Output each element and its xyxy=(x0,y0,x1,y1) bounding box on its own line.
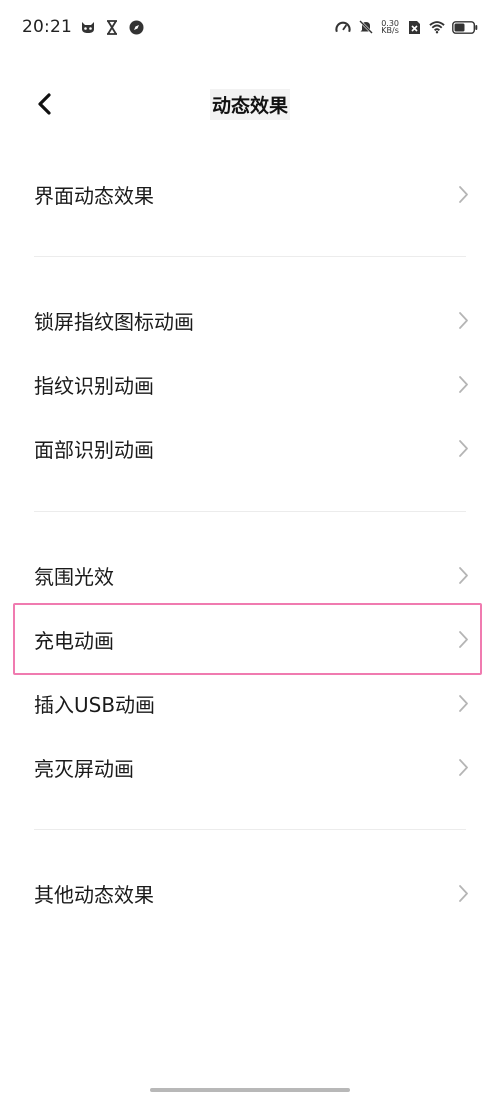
setting-screen-on-off-animation[interactable]: 亮灭屏动画 xyxy=(0,735,500,799)
group-divider xyxy=(34,829,466,830)
status-bar: 20:21 0.30 KB/s xyxy=(0,0,500,54)
chevron-right-icon xyxy=(456,883,470,903)
setting-charging-animation[interactable]: 充电动画 xyxy=(0,607,500,671)
page-header: 动态效果 xyxy=(0,74,500,134)
setting-interface-animation[interactable]: 界面动态效果 xyxy=(0,162,500,226)
chevron-right-icon xyxy=(456,184,470,204)
setting-label: 氛围光效 xyxy=(34,564,114,589)
setting-face-recognition-animation[interactable]: 面部识别动画 xyxy=(0,416,500,480)
setting-label: 其他动态效果 xyxy=(34,882,154,907)
chevron-right-icon xyxy=(456,310,470,330)
setting-usb-plug-animation[interactable]: 插入USB动画 xyxy=(0,671,500,735)
setting-label: 锁屏指纹图标动画 xyxy=(34,309,194,334)
group-divider xyxy=(34,511,466,512)
setting-label: 充电动画 xyxy=(34,628,114,653)
chevron-right-icon xyxy=(456,629,470,649)
no-sim-icon xyxy=(406,19,422,35)
wifi-icon xyxy=(429,19,445,35)
hourglass-icon xyxy=(104,19,120,35)
setting-ambient-light-effect[interactable]: 氛围光效 xyxy=(0,543,500,607)
cat-face-icon xyxy=(80,19,96,35)
status-left: 20:21 xyxy=(22,17,144,37)
status-time: 20:21 xyxy=(22,17,72,37)
chevron-left-icon xyxy=(38,93,51,115)
setting-label: 面部识别动画 xyxy=(34,437,154,462)
chevron-right-icon xyxy=(456,693,470,713)
chevron-right-icon xyxy=(456,438,470,458)
chevron-right-icon xyxy=(456,757,470,777)
setting-label: 插入USB动画 xyxy=(34,692,156,717)
chevron-right-icon xyxy=(456,565,470,585)
compass-icon xyxy=(128,19,144,35)
battery-icon xyxy=(452,19,478,35)
setting-lockscreen-fingerprint-icon-animation[interactable]: 锁屏指纹图标动画 xyxy=(0,288,500,352)
speedometer-icon xyxy=(335,19,351,35)
bell-off-icon xyxy=(358,19,374,35)
page-title: 动态效果 xyxy=(209,88,290,120)
back-button[interactable] xyxy=(26,86,62,122)
setting-other-animations[interactable]: 其他动态效果 xyxy=(0,861,500,925)
home-indicator[interactable] xyxy=(150,1088,350,1092)
network-speed-unit: KB/s xyxy=(381,26,399,35)
group-divider xyxy=(34,256,466,257)
network-speed: 0.30 KB/s xyxy=(381,20,399,35)
status-right: 0.30 KB/s xyxy=(335,19,478,35)
setting-label: 指纹识别动画 xyxy=(34,373,154,398)
setting-label: 亮灭屏动画 xyxy=(34,756,134,781)
chevron-right-icon xyxy=(456,374,470,394)
setting-fingerprint-recognition-animation[interactable]: 指纹识别动画 xyxy=(0,352,500,416)
setting-label: 界面动态效果 xyxy=(34,183,154,208)
